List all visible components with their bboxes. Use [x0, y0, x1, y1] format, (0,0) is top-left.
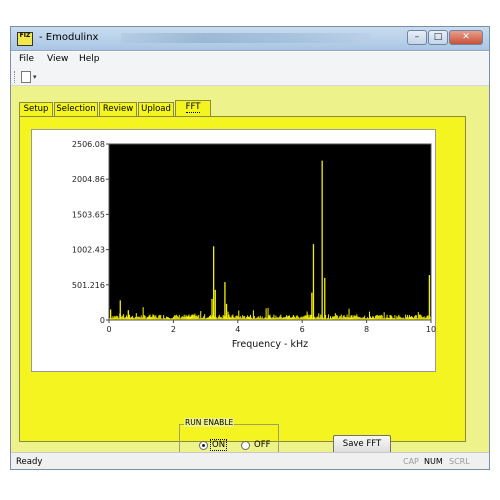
- title-bar-blur: [121, 33, 371, 43]
- window-title: - Emodulinx: [39, 32, 99, 43]
- x-tick-label: 0: [106, 325, 111, 334]
- minimize-button[interactable]: –: [407, 30, 427, 45]
- menu-file[interactable]: File: [19, 54, 34, 64]
- scroll-indicator: SCRL: [449, 457, 470, 466]
- y-tick-label: 0: [100, 316, 105, 325]
- fft-chart: 0 501.216 1002.43 1503.65 2004.86 2506.08 0 2 4 6…: [31, 129, 436, 372]
- y-tick-label: 1503.65: [72, 210, 105, 219]
- run-on-label[interactable]: ON: [209, 439, 228, 451]
- tab-review[interactable]: Review: [99, 102, 137, 117]
- x-tick-label: 10: [426, 325, 436, 334]
- client-area: Setup Selection Review Upload FFT 0 501.2…: [11, 86, 489, 454]
- tab-upload[interactable]: Upload: [138, 102, 174, 117]
- y-tick-label: 2004.86: [72, 175, 105, 184]
- status-bar: Ready CAP NUM SCRL: [11, 452, 489, 469]
- x-tick-label: 4: [235, 325, 240, 334]
- y-tick-label: 1002.43: [72, 246, 105, 255]
- toolbar: ▾: [11, 68, 489, 86]
- maximize-button[interactable]: □: [428, 30, 448, 45]
- menu-view[interactable]: View: [47, 54, 68, 64]
- title-bar[interactable]: FIZ - Emodulinx – □ ✕: [11, 27, 489, 51]
- y-tick-label: 2506.08: [72, 140, 105, 149]
- x-tick-label: 8: [364, 325, 369, 334]
- toolbar-grip[interactable]: [14, 71, 16, 83]
- run-off-label[interactable]: OFF: [254, 440, 270, 450]
- menu-bar: File View Help: [11, 52, 489, 68]
- run-on-radio[interactable]: [199, 441, 208, 450]
- close-button[interactable]: ✕: [449, 30, 483, 45]
- status-text: Ready: [16, 457, 43, 467]
- x-axis-label: Frequency - kHz: [232, 339, 308, 350]
- app-logo-icon: FIZ: [17, 32, 33, 46]
- x-tick-label: 2: [171, 325, 176, 334]
- run-off-radio[interactable]: [241, 441, 250, 450]
- y-tick-label: 501.216: [72, 281, 105, 290]
- new-document-icon[interactable]: [21, 71, 31, 83]
- toolbar-dropdown-icon[interactable]: ▾: [33, 73, 37, 81]
- tab-selection[interactable]: Selection: [54, 102, 98, 117]
- x-tick-label: 6: [300, 325, 305, 334]
- run-enable-label: RUN ENABLE: [184, 418, 235, 427]
- caps-indicator: CAP: [403, 457, 419, 466]
- plot-area: [109, 144, 431, 320]
- fft-chart-svg: 0 501.216 1002.43 1503.65 2004.86 2506.08 0 2 4 6…: [72, 140, 436, 350]
- app-window: FIZ - Emodulinx – □ ✕ File View Help ▾ S…: [10, 26, 490, 470]
- tab-setup[interactable]: Setup: [19, 102, 53, 117]
- num-indicator: NUM: [424, 457, 443, 466]
- menu-help[interactable]: Help: [79, 54, 100, 64]
